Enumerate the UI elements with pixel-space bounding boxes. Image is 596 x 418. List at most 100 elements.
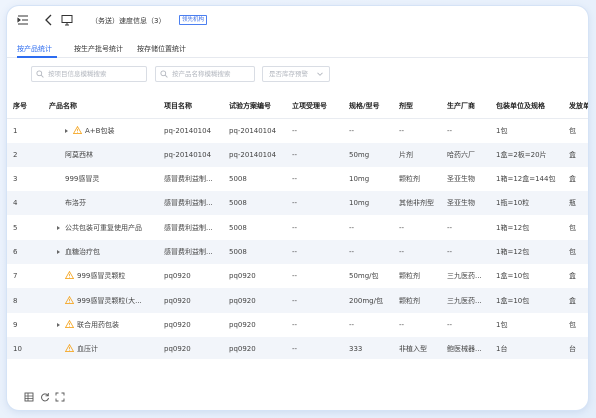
- back-arrow-icon[interactable]: [43, 14, 55, 26]
- table-row[interactable]: 10 血压计 pq0920 pq0920 -- 333 非植入型 鲍医械器... 1台台: [7, 336, 588, 359]
- active-tab-indicator: [17, 56, 57, 58]
- cell-accept: --: [286, 336, 343, 359]
- cell-spec: --: [349, 126, 355, 135]
- product-name-cell: 血压计: [43, 336, 158, 359]
- product-name: 联合用药包装: [77, 320, 119, 329]
- title-bar: （务送）速度信息（3） 领先机构: [7, 6, 588, 34]
- column-header[interactable]: 产品名称: [43, 94, 158, 119]
- cell-issue: 包: [569, 320, 576, 329]
- column-header[interactable]: 立项受理号: [286, 94, 343, 119]
- product-name: 999感冒灵颗粒(大...: [77, 296, 142, 305]
- expand-arrow-icon[interactable]: [57, 225, 60, 230]
- product-name-cell: 公共包装可重复使用产品: [43, 215, 158, 239]
- cell-pack: 1包: [496, 320, 508, 329]
- product-name-cell: 血糖治疗包: [43, 239, 158, 265]
- table-row[interactable]: 2 阿莫西林 pq-20140104 pq-20140104 -- 50mg 片剂 哈药六厂 1…: [7, 142, 588, 167]
- expand-arrow-icon[interactable]: [57, 322, 60, 327]
- stock-warning-placeholder: 是否库存预警: [269, 70, 308, 78]
- cell-spec: --: [343, 239, 393, 265]
- cell-scheme: pq0920: [229, 320, 256, 329]
- expand-arrow-icon[interactable]: [57, 249, 60, 254]
- warning-icon: [73, 125, 82, 134]
- refresh-icon[interactable]: [40, 392, 50, 402]
- cell-pack: 1包: [496, 126, 508, 135]
- cell-accept: --: [286, 191, 343, 216]
- tab-by-product[interactable]: 按产品统计: [17, 44, 52, 54]
- cell-spec: 10mg: [349, 175, 370, 184]
- column-header[interactable]: 规格/型号: [343, 94, 393, 119]
- column-header[interactable]: 试验方案编号: [223, 94, 286, 119]
- product-name-cell: 阿莫西林: [43, 142, 158, 167]
- cell-scheme: pq0920: [223, 336, 286, 359]
- cell-project: 感冒费利益制...: [158, 191, 223, 216]
- cell-scheme: 5008: [229, 223, 247, 232]
- column-header[interactable]: 项目名称: [158, 94, 223, 119]
- project-search-input[interactable]: 按项目信息模糊搜索: [31, 66, 147, 82]
- cell-scheme: pq0920: [229, 272, 256, 281]
- cell-spec: --: [349, 320, 355, 329]
- tab-by-batch[interactable]: 按生产批号统计: [74, 44, 123, 54]
- cell-project: 感冒费利益制...: [164, 175, 213, 184]
- product-search-input[interactable]: 按产品名称模糊搜索: [155, 66, 255, 82]
- product-name: 公共包装可重复使用产品: [65, 223, 142, 232]
- product-search-placeholder: 按产品名称模糊搜索: [172, 70, 231, 78]
- cell-maker: --: [447, 223, 453, 232]
- tab-bar: 按产品统计 按生产批号统计 按存储位置统计: [7, 39, 588, 58]
- cell-no: 4: [7, 191, 43, 216]
- cell-form: 颗粒剂: [399, 175, 420, 184]
- cell-pack: 1台: [490, 336, 563, 359]
- column-header[interactable]: 包装单位及规格: [490, 94, 563, 119]
- cell-project: pq0920: [164, 272, 191, 281]
- cell-issue: 盒: [563, 288, 588, 313]
- cell-pack: 1盒=10包: [490, 288, 563, 313]
- list-indent-icon[interactable]: [17, 14, 29, 26]
- cell-issue: 瓶: [563, 191, 588, 216]
- product-name: 阿莫西林: [65, 150, 93, 159]
- cell-pack: 1箱=12包: [490, 239, 563, 265]
- table-row[interactable]: 4 布洛芬 感冒费利益制... 5008 -- 10mg 其他非剂型 圣亚生物 1瓶=10粒瓶: [7, 191, 588, 216]
- cell-maker: --: [447, 320, 453, 329]
- tab-by-storage[interactable]: 按存储位置统计: [137, 44, 186, 54]
- cell-no: 3: [13, 175, 18, 184]
- table-row[interactable]: 6 血糖治疗包 感冒费利益制... 5008 -- -- -- -- 1箱=12包包: [7, 239, 588, 265]
- cell-project: pq0920: [164, 320, 191, 329]
- cell-issue: 台: [563, 336, 588, 359]
- cell-project: 感冒费利益制...: [164, 223, 213, 232]
- product-name: 血压计: [77, 345, 98, 354]
- product-name-cell: 999感冒灵颗粒(大...: [43, 288, 158, 313]
- table-row[interactable]: 1 A+B包装 pq-20140104 pq-20140104 -- -- -- -- 1包 包: [7, 118, 588, 142]
- warning-icon: [65, 271, 74, 280]
- cell-maker: 圣亚生物: [447, 175, 475, 184]
- cell-no: 7: [13, 272, 18, 281]
- cell-form: 颗粒剂: [399, 272, 420, 281]
- table-row[interactable]: 3 999感冒灵 感冒费利益制... 5008 -- 10mg 颗粒剂 圣亚生物 1箱=12盒=…: [7, 167, 588, 191]
- product-name: 999感冒灵颗粒: [77, 272, 126, 281]
- table-row[interactable]: 7 999感冒灵颗粒 pq0920 pq0920 -- 50mg/包 颗粒剂 三九医药... 1…: [7, 264, 588, 288]
- cell-issue: 包: [569, 126, 576, 135]
- fullscreen-icon[interactable]: [55, 392, 65, 402]
- cell-accept: --: [292, 126, 298, 135]
- cell-form: --: [399, 320, 405, 329]
- cell-no: 5: [13, 223, 18, 232]
- column-header[interactable]: 发放单: [563, 94, 588, 119]
- table-row[interactable]: 9 联合用药包装 pq0920 pq0920 -- -- -- -- 1包 包: [7, 313, 588, 337]
- cell-pack: 1箱=12盒=144包: [496, 175, 556, 184]
- stock-warning-select[interactable]: 是否库存预警: [262, 66, 330, 82]
- product-name: 血糖治疗包: [65, 247, 100, 256]
- table-settings-icon[interactable]: [24, 392, 34, 402]
- monitor-icon[interactable]: [61, 14, 73, 26]
- cell-pack: 1瓶=10粒: [490, 191, 563, 216]
- cell-pack: 1箱=12包: [496, 223, 530, 232]
- cell-maker: 三九医药...: [441, 288, 490, 313]
- cell-spec: --: [349, 223, 355, 232]
- expand-arrow-icon[interactable]: [65, 128, 68, 133]
- table-row[interactable]: 5 公共包装可重复使用产品 感冒费利益制... 5008 -- -- -- -- 1箱=12包 包: [7, 215, 588, 239]
- cell-issue: 盒: [569, 272, 576, 281]
- column-header[interactable]: 生产厂商: [441, 94, 490, 119]
- product-name-cell: 联合用药包装: [43, 313, 158, 337]
- column-header[interactable]: 剂型: [393, 94, 441, 119]
- cell-form: 其他非剂型: [393, 191, 441, 216]
- column-header[interactable]: 序号: [7, 94, 43, 119]
- table-row[interactable]: 8 999感冒灵颗粒(大... pq0920 pq0920 -- 200mg/包 颗粒剂 三九…: [7, 288, 588, 313]
- cell-scheme: pq-20140104: [229, 126, 277, 135]
